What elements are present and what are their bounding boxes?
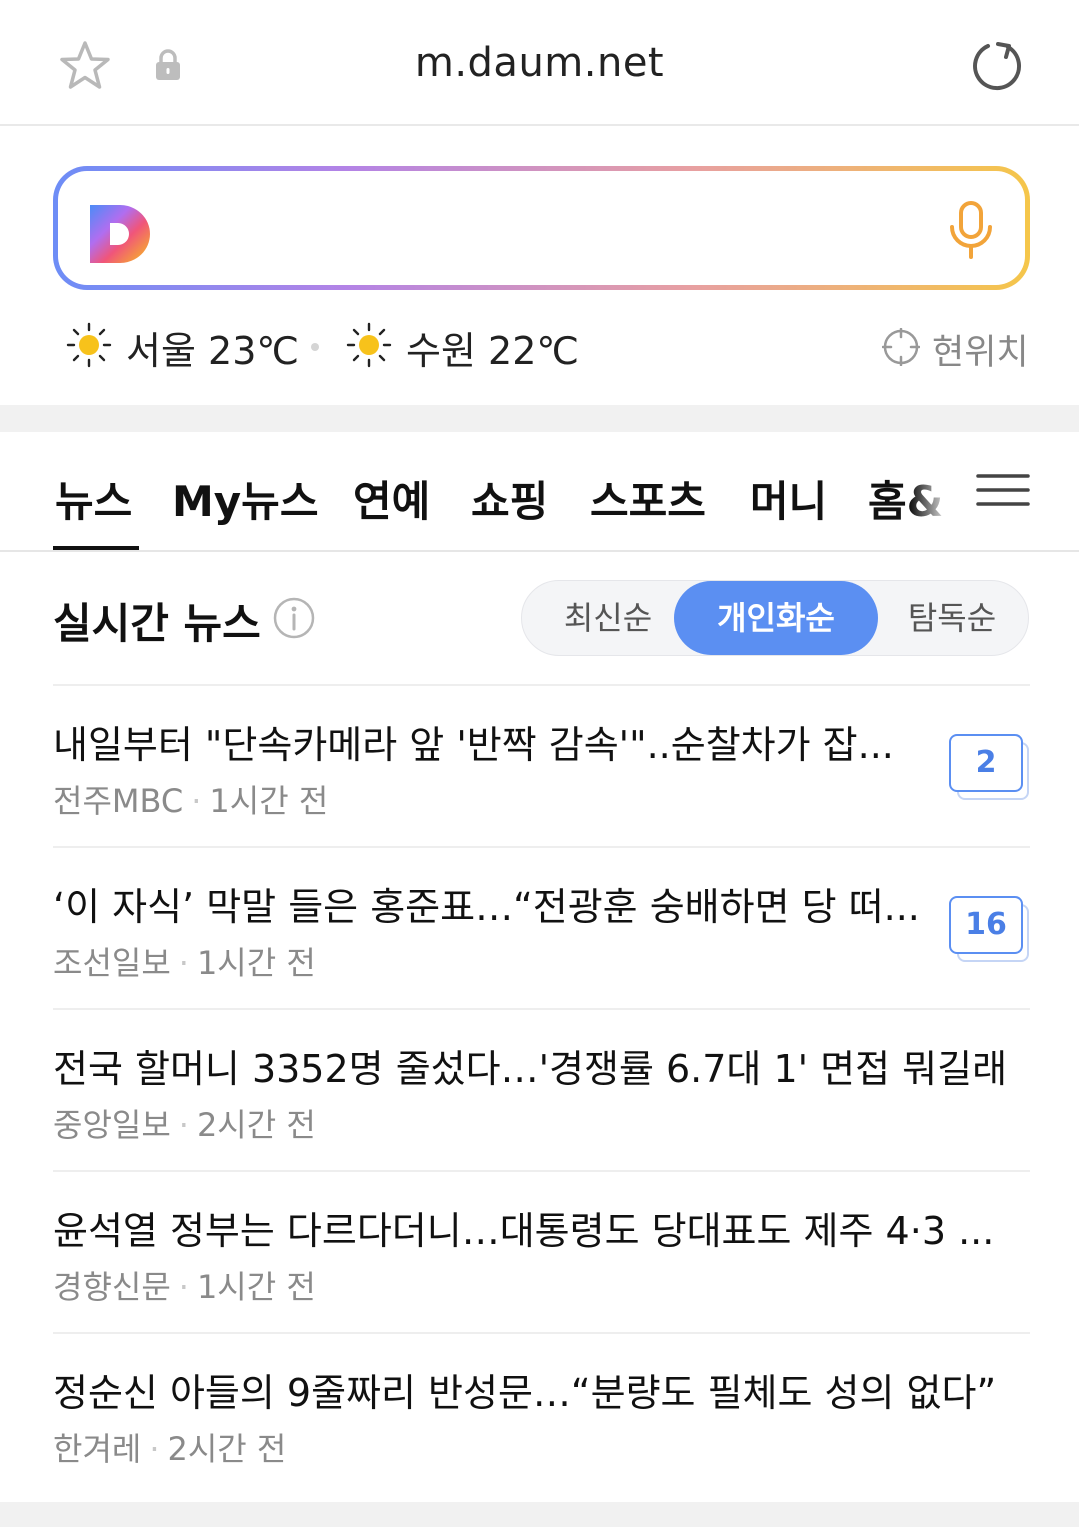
weather-city-2[interactable]: 수원 22℃ bbox=[406, 320, 579, 375]
current-location-button[interactable]: 현위치 bbox=[932, 324, 1029, 375]
news-item[interactable]: 정순신 아들의 9줄짜리 반성문…“분량도 필체도 성의 없다” 한겨레 · 2시간… bbox=[53, 1332, 1030, 1494]
mic-icon[interactable] bbox=[946, 199, 996, 263]
comment-count: 16 bbox=[949, 896, 1023, 954]
sun-icon bbox=[346, 322, 392, 368]
news-time: 1시간 전 bbox=[209, 782, 329, 820]
news-source: 한겨레 bbox=[53, 1430, 142, 1468]
tab-my-news[interactable]: My뉴스 bbox=[172, 468, 318, 529]
browser-address-bar: m.daum.net bbox=[0, 0, 1079, 126]
comment-count-badge[interactable]: 2 bbox=[949, 734, 1029, 800]
meta-separator: · bbox=[178, 944, 189, 982]
news-title[interactable]: 전국 할머니 3352명 줄섰다…'경쟁률 6.7대 1' 면접 뭐길래 bbox=[53, 1038, 1030, 1093]
tab-fade bbox=[910, 432, 970, 550]
sun-icon bbox=[66, 322, 112, 368]
tab-money[interactable]: 머니 bbox=[750, 468, 827, 529]
daum-logo-icon[interactable] bbox=[88, 203, 152, 265]
news-time: 1시간 전 bbox=[196, 944, 316, 982]
meta-separator: · bbox=[178, 1106, 189, 1144]
news-source: 중앙일보 bbox=[53, 1106, 171, 1144]
news-item[interactable]: 윤석열 정부는 다르다더니…대통령도 당대표도 제주 4·3 ... 경향신문 ·… bbox=[53, 1170, 1030, 1332]
sort-toggle: 최신순 개인화순 탐독순 bbox=[521, 580, 1029, 656]
news-source: 경향신문 bbox=[53, 1268, 171, 1306]
tab-entertainment[interactable]: 연예 bbox=[353, 468, 430, 529]
section-divider bbox=[0, 405, 1079, 432]
city-name: 서울 bbox=[126, 329, 196, 373]
news-source: 전주MBC bbox=[53, 782, 184, 820]
section-title: 실시간 뉴스 bbox=[53, 599, 261, 648]
news-time: 2시간 전 bbox=[196, 1106, 316, 1144]
sort-personalized-button[interactable]: 개인화순 bbox=[674, 581, 878, 655]
news-meta: 전주MBC · 1시간 전 bbox=[53, 776, 328, 822]
news-time: 1시간 전 bbox=[196, 1268, 316, 1306]
news-title[interactable]: 정순신 아들의 9줄짜리 반성문…“분량도 필체도 성의 없다” bbox=[53, 1362, 1030, 1417]
comment-count-badge[interactable]: 16 bbox=[949, 896, 1029, 962]
category-tabs: 뉴스 My뉴스 연예 쇼핑 스포츠 머니 홈& bbox=[0, 432, 1079, 552]
news-time: 2시간 전 bbox=[167, 1430, 287, 1468]
meta-separator: · bbox=[178, 1268, 189, 1306]
crosshair-icon[interactable] bbox=[882, 328, 920, 366]
url-text[interactable]: m.daum.net bbox=[0, 40, 1079, 86]
hamburger-menu-icon[interactable] bbox=[976, 470, 1030, 510]
news-item[interactable]: 내일부터 "단속카메라 앞 '반짝 감속'"..순찰차가 잡... 전주MBC ·… bbox=[53, 684, 1030, 846]
weather-city-1[interactable]: 서울 23℃ bbox=[126, 320, 299, 375]
tab-shopping[interactable]: 쇼핑 bbox=[471, 468, 548, 529]
active-tab-indicator bbox=[53, 546, 139, 550]
news-item[interactable]: 전국 할머니 3352명 줄섰다…'경쟁률 6.7대 1' 면접 뭐길래 중앙일… bbox=[53, 1008, 1030, 1170]
news-source: 조선일보 bbox=[53, 944, 171, 982]
news-meta: 조선일보 · 1시간 전 bbox=[53, 938, 316, 984]
separator-dot bbox=[311, 343, 319, 351]
news-item[interactable]: ‘이 자식’ 막말 들은 홍준표…“전광훈 숭배하면 당 떠... 조선일보 · 1… bbox=[53, 846, 1030, 1008]
sort-latest-button[interactable]: 최신순 bbox=[536, 581, 680, 655]
search-box[interactable] bbox=[53, 166, 1030, 290]
tab-news[interactable]: 뉴스 bbox=[55, 468, 132, 529]
info-icon[interactable] bbox=[272, 596, 316, 640]
city-temp: 23℃ bbox=[208, 329, 300, 373]
realtime-news-list: 내일부터 "단속카메라 앞 '반짝 감속'"..순찰차가 잡... 전주MBC ·… bbox=[53, 684, 1030, 1494]
tab-sports[interactable]: 스포츠 bbox=[590, 468, 706, 529]
meta-separator: · bbox=[191, 782, 202, 820]
comment-count: 2 bbox=[949, 734, 1023, 792]
news-meta: 중앙일보 · 2시간 전 bbox=[53, 1100, 316, 1146]
reload-icon[interactable] bbox=[968, 38, 1024, 94]
meta-separator: · bbox=[149, 1430, 160, 1468]
news-title[interactable]: ‘이 자식’ 막말 들은 홍준표…“전광훈 숭배하면 당 떠... bbox=[53, 876, 923, 931]
news-meta: 한겨레 · 2시간 전 bbox=[53, 1424, 286, 1470]
weather-bar: 서울 23℃ 수원 22℃ 현위치 bbox=[0, 318, 1079, 374]
news-title[interactable]: 윤석열 정부는 다르다더니…대통령도 당대표도 제주 4·3 ... bbox=[53, 1200, 1030, 1255]
search-input[interactable] bbox=[58, 171, 1025, 285]
sort-reading-button[interactable]: 탐독순 bbox=[886, 581, 1018, 655]
news-meta: 경향신문 · 1시간 전 bbox=[53, 1262, 316, 1308]
city-name: 수원 bbox=[406, 329, 476, 373]
section-divider bbox=[0, 1502, 1079, 1527]
city-temp: 22℃ bbox=[488, 329, 580, 373]
news-title[interactable]: 내일부터 "단속카메라 앞 '반짝 감속'"..순찰차가 잡... bbox=[53, 714, 923, 769]
